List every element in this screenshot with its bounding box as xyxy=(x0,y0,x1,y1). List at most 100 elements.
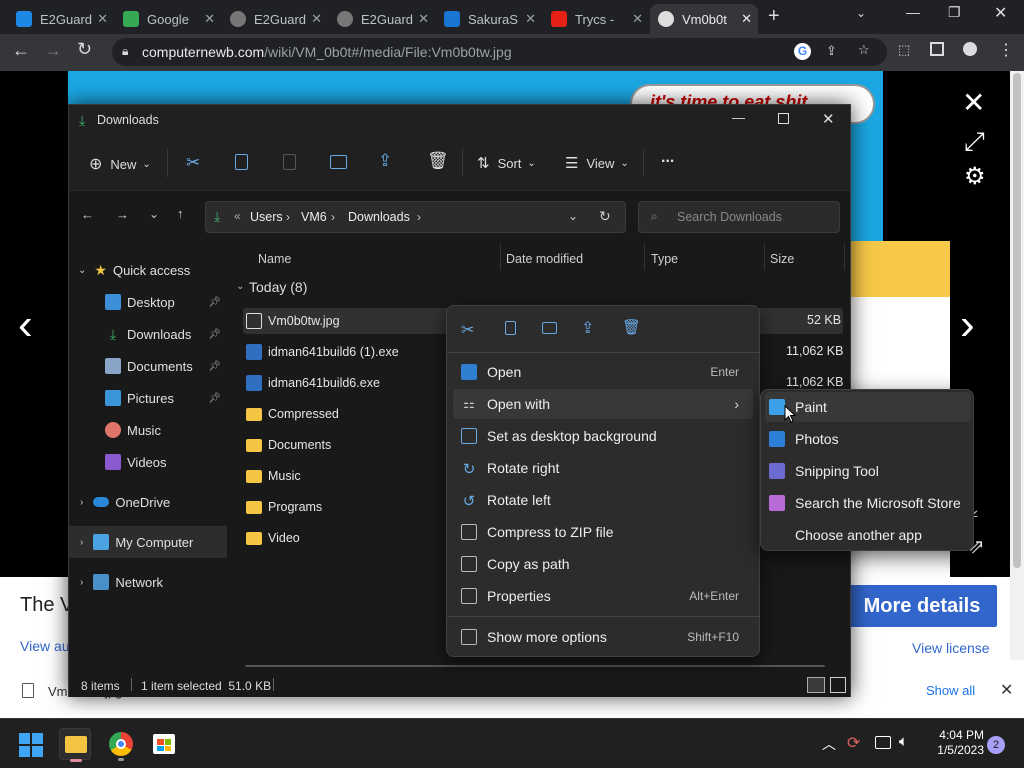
tiles-view-icon[interactable] xyxy=(830,677,846,693)
back-arrow-icon[interactable]: ← xyxy=(81,207,94,222)
breadcrumb-downloads[interactable]: Downloads xyxy=(348,210,410,224)
profile-avatar-icon[interactable] xyxy=(963,42,977,56)
copy-icon[interactable] xyxy=(505,321,516,335)
delete-trash-icon[interactable]: 🗑︎ xyxy=(622,318,641,336)
maximize-icon[interactable] xyxy=(778,113,789,124)
nav-quick-access[interactable]: ⌄ ★ Quick access xyxy=(69,254,227,286)
menu-compress-zip[interactable]: Compress to ZIP file xyxy=(453,517,753,547)
details-view-icon[interactable] xyxy=(807,677,825,693)
expand-chevron-icon[interactable]: › xyxy=(80,497,83,508)
minimize-icon[interactable]: — xyxy=(732,110,745,125)
menu-copy-as-path[interactable]: Copy as path xyxy=(453,549,753,579)
file-explorer-taskbar-button[interactable] xyxy=(59,728,91,762)
column-divider[interactable] xyxy=(500,244,501,270)
close-tab-icon[interactable]: ✕ xyxy=(418,11,429,27)
tab-search-icon[interactable]: ⌄ xyxy=(856,6,866,20)
sync-warning-icon[interactable]: ⟳ xyxy=(847,733,860,753)
share-icon[interactable]: ⇪ xyxy=(378,151,392,171)
windows-start-icon[interactable] xyxy=(19,733,43,757)
breadcrumb-chevron-icon[interactable]: › xyxy=(417,210,421,224)
forward-arrow-icon[interactable]: → xyxy=(44,40,62,61)
recent-locations-chevron-icon[interactable]: ⌄ xyxy=(149,207,159,221)
up-arrow-icon[interactable]: ↑ xyxy=(177,206,184,221)
browser-tab[interactable]: E2Guard ✕ xyxy=(222,4,328,34)
share-icon[interactable]: ⇪ xyxy=(581,318,594,338)
google-lens-icon[interactable]: G xyxy=(794,43,811,60)
refresh-icon[interactable]: ↻ xyxy=(599,208,611,225)
nav-my-computer[interactable]: › My Computer xyxy=(69,526,227,558)
address-history-chevron-icon[interactable]: ⌄ xyxy=(568,209,578,223)
close-icon[interactable]: ✕ xyxy=(822,110,835,128)
pin-icon[interactable]: 📌︎ xyxy=(208,329,221,340)
overflow-chevron-icon[interactable]: « xyxy=(234,209,241,223)
column-divider[interactable] xyxy=(644,244,645,270)
open-with-choose-another-app[interactable]: Choose another app xyxy=(765,520,971,550)
browser-tab[interactable]: SakuraS ✕ xyxy=(436,4,542,34)
nav-onedrive[interactable]: › OneDrive xyxy=(69,486,227,518)
column-size[interactable]: Size xyxy=(770,252,794,266)
nav-documents[interactable]: Documents 📌︎ xyxy=(69,350,227,382)
reload-icon[interactable]: ↻ xyxy=(77,39,92,60)
close-tab-icon[interactable]: ✕ xyxy=(97,11,108,27)
show-all-downloads-link[interactable]: Show all xyxy=(926,683,975,698)
settings-gear-icon[interactable]: ⚙ xyxy=(964,162,986,191)
browser-tab[interactable]: E2Guard ✕ xyxy=(8,4,114,34)
notification-badge[interactable]: 2 xyxy=(987,736,1005,754)
pin-icon[interactable]: 📌︎ xyxy=(208,393,221,404)
bookmark-star-icon[interactable]: ☆ xyxy=(858,42,870,58)
pin-icon[interactable]: 📌︎ xyxy=(208,361,221,372)
column-divider[interactable] xyxy=(764,244,765,270)
show-hidden-icons-chevron-icon[interactable]: ︿ xyxy=(822,734,836,754)
close-window-icon[interactable]: ✕ xyxy=(994,3,1007,23)
view-license-link[interactable]: View license xyxy=(912,640,990,656)
omnibox[interactable]: 🔒︎ computernewb.com/wiki/VM_0b0t#/media/… xyxy=(112,38,887,66)
column-date-modified[interactable]: Date modified xyxy=(506,252,583,266)
more-menu-icon[interactable]: ⋮ xyxy=(998,40,1014,60)
close-lightbox-icon[interactable]: ✕ xyxy=(962,86,985,119)
cut-icon[interactable]: ✂ xyxy=(461,320,474,340)
view-author-link[interactable]: View au xyxy=(20,638,70,654)
close-tab-icon[interactable]: ✕ xyxy=(741,11,752,27)
breadcrumb-chevron-icon[interactable]: › xyxy=(331,210,335,224)
address-bar[interactable]: ⤓ « Users › VM6 › Downloads › ⌄ ↻ xyxy=(205,201,626,233)
next-image-chevron-icon[interactable]: › xyxy=(960,300,975,350)
previous-image-chevron-icon[interactable]: ‹ xyxy=(18,300,33,350)
restore-window-icon[interactable]: ❐ xyxy=(948,4,961,21)
side-panel-icon[interactable] xyxy=(930,42,944,56)
menu-show-more-options[interactable]: Show more options Shift+F10 xyxy=(453,622,753,652)
open-with-photos[interactable]: Photos xyxy=(765,424,971,454)
menu-rotate-right[interactable]: ↻ Rotate right xyxy=(453,453,753,483)
close-tab-icon[interactable]: ✕ xyxy=(632,11,643,27)
group-collapse-chevron-icon[interactable]: ⌄ xyxy=(236,281,244,292)
view-button[interactable]: ☰ View ⌄ xyxy=(565,154,629,172)
copy-icon[interactable] xyxy=(235,154,248,170)
group-header-today[interactable]: Today (8) xyxy=(249,279,307,295)
taskbar-clock[interactable]: 4:04 PM 1/5/2023 xyxy=(928,728,984,758)
chrome-taskbar-button[interactable] xyxy=(105,728,137,761)
minimize-window-icon[interactable]: — xyxy=(906,4,920,20)
expand-chevron-icon[interactable]: ⌄ xyxy=(78,265,86,276)
expand-chevron-icon[interactable]: › xyxy=(80,537,83,548)
column-type[interactable]: Type xyxy=(651,252,678,266)
page-scrollbar-thumb[interactable] xyxy=(1013,73,1021,568)
expand-icon[interactable]: ⤢ xyxy=(964,126,985,158)
share-icon[interactable]: ⇪ xyxy=(826,43,837,59)
paste-icon[interactable] xyxy=(283,154,296,170)
sort-button[interactable]: ⇅ Sort ⌄ xyxy=(477,154,536,172)
nav-videos[interactable]: Videos xyxy=(69,446,227,478)
breadcrumb-users[interactable]: Users xyxy=(250,210,283,224)
more-details-button[interactable]: More details xyxy=(847,585,997,627)
breadcrumb-vm6[interactable]: VM6 xyxy=(301,210,327,224)
url-text[interactable]: computernewb.com/wiki/VM_0b0t#/media/Fil… xyxy=(142,44,512,60)
column-divider[interactable] xyxy=(844,244,845,270)
nav-pictures[interactable]: Pictures 📌︎ xyxy=(69,382,227,414)
rename-icon[interactable] xyxy=(330,155,347,169)
browser-tab-active[interactable]: Vm0b0t ✕ xyxy=(650,4,758,34)
nav-network[interactable]: › Network xyxy=(69,566,227,598)
volume-icon[interactable]: 🔈︎ xyxy=(899,733,908,750)
nav-music[interactable]: Music xyxy=(69,414,227,446)
cut-icon[interactable]: ✂ xyxy=(186,153,200,173)
new-tab-button[interactable]: + xyxy=(768,5,780,28)
close-tab-icon[interactable]: ✕ xyxy=(204,11,215,27)
nav-desktop[interactable]: Desktop 📌︎ xyxy=(69,286,227,318)
